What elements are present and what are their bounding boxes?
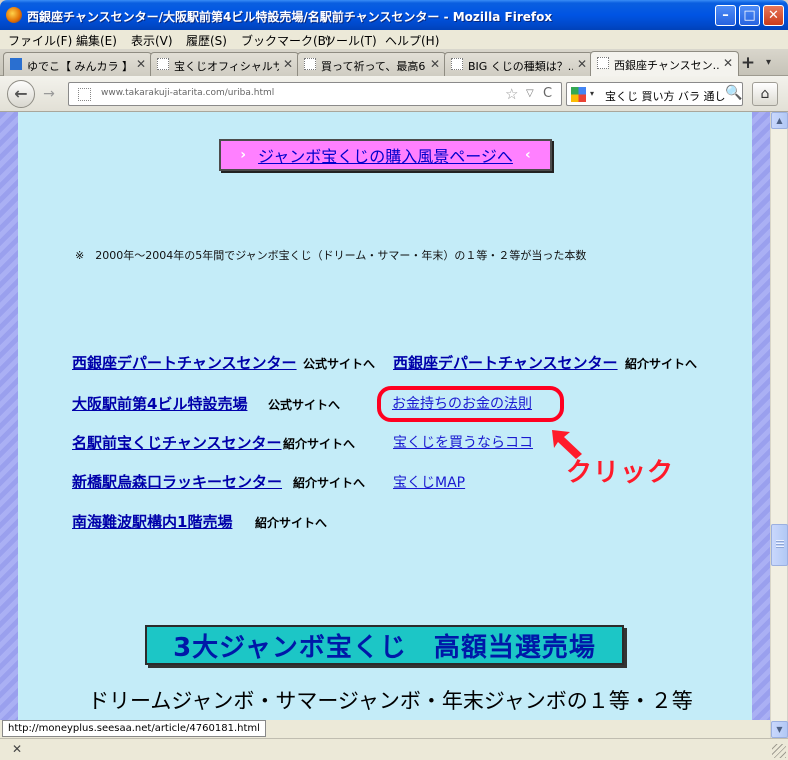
tab-2[interactable]: 宝くじオフィシャルサ... ✕ xyxy=(150,52,299,76)
tab-label: BIG くじの種類は？... xyxy=(468,60,573,73)
tab-close-icon[interactable]: ✕ xyxy=(723,56,733,70)
tab-close-icon[interactable]: ✕ xyxy=(577,57,587,71)
reload-icon[interactable]: C xyxy=(543,86,552,101)
sub-heading: ドリームジャンボ・サマージャンボ・年末ジャンボの１等・２等 xyxy=(88,689,693,713)
blank-page-icon xyxy=(451,58,463,70)
blank-page-icon xyxy=(157,58,169,70)
window-title: 西銀座チャンスセンター/大阪駅前第4ビル特設売場/名駅前チャンスセンター - M… xyxy=(27,10,553,24)
shop-suffix: 紹介サイトへ xyxy=(283,437,356,451)
jumbo-purchase-page-button[interactable]: › ジャンボ宝くじの購入風景ページへ ‹ xyxy=(219,139,552,171)
firefox-icon xyxy=(6,7,22,23)
tab-4[interactable]: BIG くじの種類は？... ✕ xyxy=(444,52,593,76)
status-url: http://moneyplus.seesaa.net/article/4760… xyxy=(2,720,266,737)
banner-text: 3大ジャンボ宝くじ 高額当選売場 xyxy=(173,632,596,663)
scroll-thumb[interactable] xyxy=(771,524,788,566)
jumbo-purchase-link[interactable]: ジャンボ宝くじの購入風景ページへ xyxy=(258,143,513,167)
vertical-scrollbar[interactable]: ▲ ▼ xyxy=(770,112,788,738)
menu-bar: ファイル(F) 編集(E) 表示(V) 履歴(S) ブックマーク(B) ツール(… xyxy=(0,30,788,49)
tab-3[interactable]: 買って祈って、最高6... ✕ xyxy=(297,52,446,76)
tab-close-icon[interactable]: ✕ xyxy=(283,57,293,71)
tab-label: 買って祈って、最高6... xyxy=(321,60,426,73)
shop-link-nishiginza-intro[interactable]: 西銀座デパートチャンスセンター xyxy=(393,352,618,373)
menu-history[interactable]: 履歴(S) xyxy=(186,32,227,49)
footnote: ※ 2000年～2004年の5年間でジャンボ宝くじ（ドリーム・サマー・年末）の１… xyxy=(75,249,587,262)
search-icon[interactable]: 🔍 xyxy=(725,85,742,101)
back-button[interactable]: ← xyxy=(7,80,35,108)
close-window-button[interactable]: ✕ xyxy=(763,5,784,26)
page-favicon-icon xyxy=(78,88,91,101)
shop-link-osaka[interactable]: 大阪駅前第4ビル特設売場 xyxy=(72,393,247,414)
shop-link-meieki[interactable]: 名駅前宝くじチャンスセンター xyxy=(72,432,282,453)
shop-suffix: 紹介サイトへ xyxy=(293,476,366,490)
page-viewport: › ジャンボ宝くじの購入風景ページへ ‹ ※ 2000年～2004年の5年間でジ… xyxy=(0,112,770,720)
search-input[interactable]: 宝くじ 買い方 バラ 通し xyxy=(605,88,726,104)
link-lottery-map[interactable]: 宝くじMAP xyxy=(393,472,465,492)
scroll-grip-icon xyxy=(776,540,784,549)
tab-close-icon[interactable]: ✕ xyxy=(430,57,440,71)
navigation-toolbar: ← → www.takarakuji-atarita.com/uriba.htm… xyxy=(0,76,788,112)
maximize-button[interactable]: □ xyxy=(739,5,760,26)
tab-label: ゆでこ【 みんカラ 】... xyxy=(27,60,132,73)
shop-suffix: 公式サイトへ xyxy=(268,398,341,412)
site-favicon-icon xyxy=(10,58,22,70)
click-annotation: クリック xyxy=(566,458,675,488)
new-tab-button[interactable]: + xyxy=(736,53,760,75)
search-bar[interactable]: ▾ 宝くじ 買い方 バラ 通し 🔍 xyxy=(566,82,743,106)
title-bar: 西銀座チャンスセンター/大阪駅前第4ビル特設売場/名駅前チャンスセンター - M… xyxy=(0,0,788,30)
tab-list-icon[interactable]: ▾ xyxy=(766,57,771,68)
shop-suffix: 公式サイトへ xyxy=(303,357,376,371)
bookmark-star-icon[interactable]: ☆ xyxy=(505,85,518,103)
forward-button[interactable]: → xyxy=(38,84,60,104)
menu-view[interactable]: 表示(V) xyxy=(131,32,173,49)
url-text: www.takarakuji-atarita.com/uriba.html xyxy=(101,88,275,98)
red-highlight-circle xyxy=(377,386,564,422)
blank-page-icon xyxy=(304,58,316,70)
tab-label: 西銀座チャンスセン... xyxy=(614,59,719,72)
link-buy-here[interactable]: 宝くじを買うならココ xyxy=(393,432,533,452)
resize-grip-icon[interactable] xyxy=(772,744,786,758)
tab-1[interactable]: ゆでこ【 みんカラ 】... ✕ xyxy=(3,52,152,76)
url-bar[interactable]: www.takarakuji-atarita.com/uriba.html ☆ … xyxy=(68,82,562,106)
tab-close-icon[interactable]: ✕ xyxy=(136,57,146,71)
home-button[interactable]: ⌂ xyxy=(752,82,778,106)
left-decorative-border xyxy=(0,112,18,720)
arrow-left-icon: ‹ xyxy=(524,147,531,163)
shop-link-namba[interactable]: 南海難波駅構内1階売場 xyxy=(72,511,232,532)
google-icon[interactable] xyxy=(571,87,586,102)
blank-page-icon xyxy=(597,57,609,69)
minimize-button[interactable]: – xyxy=(715,5,736,26)
addon-bar: ✕ xyxy=(0,738,788,760)
shop-link-nishiginza[interactable]: 西銀座デパートチャンスセンター xyxy=(72,352,297,373)
search-engine-dropdown-icon[interactable]: ▾ xyxy=(590,89,594,98)
tab-5-active[interactable]: 西銀座チャンスセン... ✕ xyxy=(590,51,739,77)
tab-label: 宝くじオフィシャルサ... xyxy=(174,60,279,73)
right-decorative-border xyxy=(752,112,770,720)
menu-edit[interactable]: 編集(E) xyxy=(76,32,117,49)
close-addon-bar-icon[interactable]: ✕ xyxy=(12,742,22,756)
shop-suffix: 紹介サイトへ xyxy=(255,516,328,530)
high-prize-shops-banner: 3大ジャンボ宝くじ 高額当選売場 xyxy=(145,625,624,665)
scroll-up-arrow-icon[interactable]: ▲ xyxy=(771,112,788,129)
status-bar: http://moneyplus.seesaa.net/article/4760… xyxy=(0,720,770,738)
scroll-down-arrow-icon[interactable]: ▼ xyxy=(771,721,788,738)
tab-strip: ゆでこ【 みんカラ 】... ✕ 宝くじオフィシャルサ... ✕ 買って祈って、… xyxy=(0,49,788,77)
shop-link-shinbashi[interactable]: 新橋駅烏森口ラッキーセンター xyxy=(72,471,282,492)
arrow-right-icon: › xyxy=(240,147,247,163)
url-history-dropdown-icon[interactable]: ▽ xyxy=(526,88,534,99)
menu-help[interactable]: ヘルプ(H) xyxy=(385,32,439,49)
menu-file[interactable]: ファイル(F) xyxy=(8,32,72,49)
shop-suffix: 紹介サイトへ xyxy=(625,357,698,371)
menu-bookmarks[interactable]: ブックマーク(B) xyxy=(241,32,331,49)
menu-tools[interactable]: ツール(T) xyxy=(324,32,377,49)
